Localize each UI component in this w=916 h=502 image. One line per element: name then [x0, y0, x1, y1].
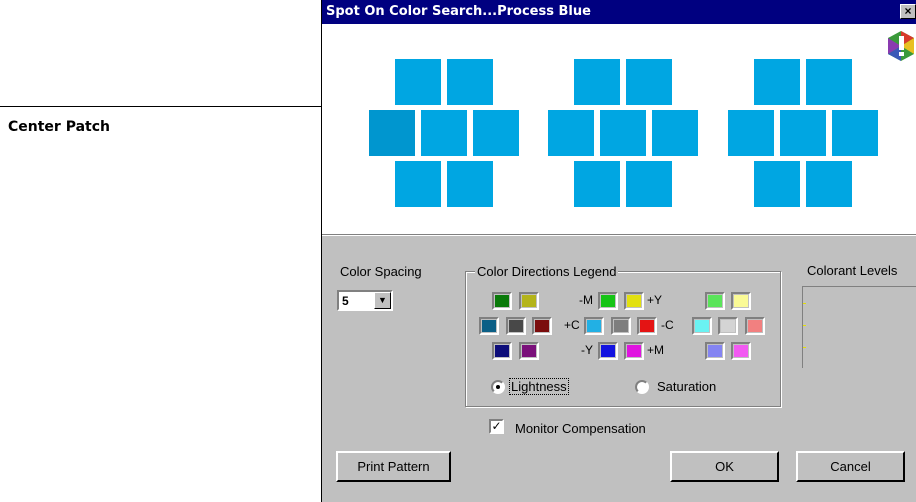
- legend-swatch: [745, 317, 765, 335]
- color-patch-preview: [322, 24, 916, 234]
- print-pattern-button[interactable]: Print Pattern: [336, 451, 451, 482]
- color-patch[interactable]: [447, 59, 493, 105]
- level-tick: [803, 347, 806, 348]
- level-tick: [803, 325, 806, 326]
- legend-swatch: [705, 342, 725, 360]
- chevron-down-icon[interactable]: ▼: [374, 292, 391, 309]
- color-patch[interactable]: [395, 59, 441, 105]
- direction-label-plus-m: +M: [647, 343, 665, 357]
- center-color-patch[interactable]: [600, 110, 646, 156]
- legend-swatch: [506, 317, 526, 335]
- color-spacing-select[interactable]: 5 ▼: [337, 290, 393, 311]
- color-patch[interactable]: [626, 161, 672, 207]
- color-patch[interactable]: [421, 110, 467, 156]
- colorant-levels-graph: [802, 286, 916, 368]
- saturation-radio-label[interactable]: Saturation: [657, 379, 716, 394]
- legend-swatch: [532, 317, 552, 335]
- check-icon: ✓: [491, 419, 502, 433]
- color-patch[interactable]: [395, 161, 441, 207]
- color-spacing-value: 5: [342, 294, 349, 308]
- lightness-radio-label[interactable]: Lightness: [509, 378, 569, 395]
- legend-swatch: [731, 342, 751, 360]
- legend-swatch: [624, 342, 644, 360]
- legend-swatch: [479, 317, 499, 335]
- legend-swatch: [584, 317, 604, 335]
- color-patch[interactable]: [832, 110, 878, 156]
- dialog-title: Spot On Color Search...Process Blue: [326, 4, 591, 19]
- color-patch[interactable]: [728, 110, 774, 156]
- legend-swatch: [705, 292, 725, 310]
- spot-on-color-search-dialog: Spot On Color Search...Process Blue × Co…: [321, 0, 916, 502]
- color-patch[interactable]: [806, 59, 852, 105]
- legend-swatch: [598, 292, 618, 310]
- monitor-compensation-checkbox[interactable]: ✓: [489, 419, 504, 434]
- color-patch[interactable]: [754, 59, 800, 105]
- color-patch[interactable]: [447, 161, 493, 207]
- level-tick: [803, 303, 806, 304]
- color-patch[interactable]: [574, 59, 620, 105]
- legend-swatch: [637, 317, 657, 335]
- color-spacing-label: Color Spacing: [340, 264, 422, 279]
- legend-swatch: [624, 292, 644, 310]
- legend-swatch: [731, 292, 751, 310]
- ok-button[interactable]: OK: [670, 451, 779, 482]
- legend-swatch: [718, 317, 738, 335]
- color-patch[interactable]: [574, 161, 620, 207]
- direction-label-minus-c: -C: [661, 318, 674, 332]
- color-patch[interactable]: [369, 110, 415, 156]
- legend-swatch: [598, 342, 618, 360]
- color-patch[interactable]: [754, 161, 800, 207]
- color-patch[interactable]: [626, 59, 672, 105]
- lightness-radio[interactable]: [491, 380, 505, 394]
- color-patch[interactable]: [806, 161, 852, 207]
- colorant-levels-label: Colorant Levels: [807, 263, 898, 278]
- direction-label-minus-y: -Y: [581, 343, 593, 357]
- direction-label-minus-m: -M: [579, 293, 593, 307]
- close-icon[interactable]: ×: [900, 4, 916, 19]
- saturation-radio[interactable]: [635, 380, 649, 394]
- legend-swatch: [692, 317, 712, 335]
- color-patch[interactable]: [780, 110, 826, 156]
- warning-hexagon-icon: [888, 31, 914, 61]
- dialog-titlebar: Spot On Color Search...Process Blue: [322, 0, 916, 24]
- legend-swatch: [492, 342, 512, 360]
- legend-swatch: [611, 317, 631, 335]
- color-patch[interactable]: [548, 110, 594, 156]
- cancel-button[interactable]: Cancel: [796, 451, 905, 482]
- legend-swatch: [519, 292, 539, 310]
- direction-label-plus-y: +Y: [647, 293, 663, 307]
- center-patch-callout-label: Center Patch: [8, 119, 110, 135]
- monitor-compensation-label[interactable]: Monitor Compensation: [515, 421, 646, 436]
- color-directions-legend-title: Color Directions Legend: [475, 264, 619, 279]
- color-patch[interactable]: [652, 110, 698, 156]
- legend-swatch: [492, 292, 512, 310]
- legend-swatch: [519, 342, 539, 360]
- section-divider: [322, 234, 916, 236]
- direction-label-plus-c: +C: [564, 318, 580, 332]
- color-patch[interactable]: [473, 110, 519, 156]
